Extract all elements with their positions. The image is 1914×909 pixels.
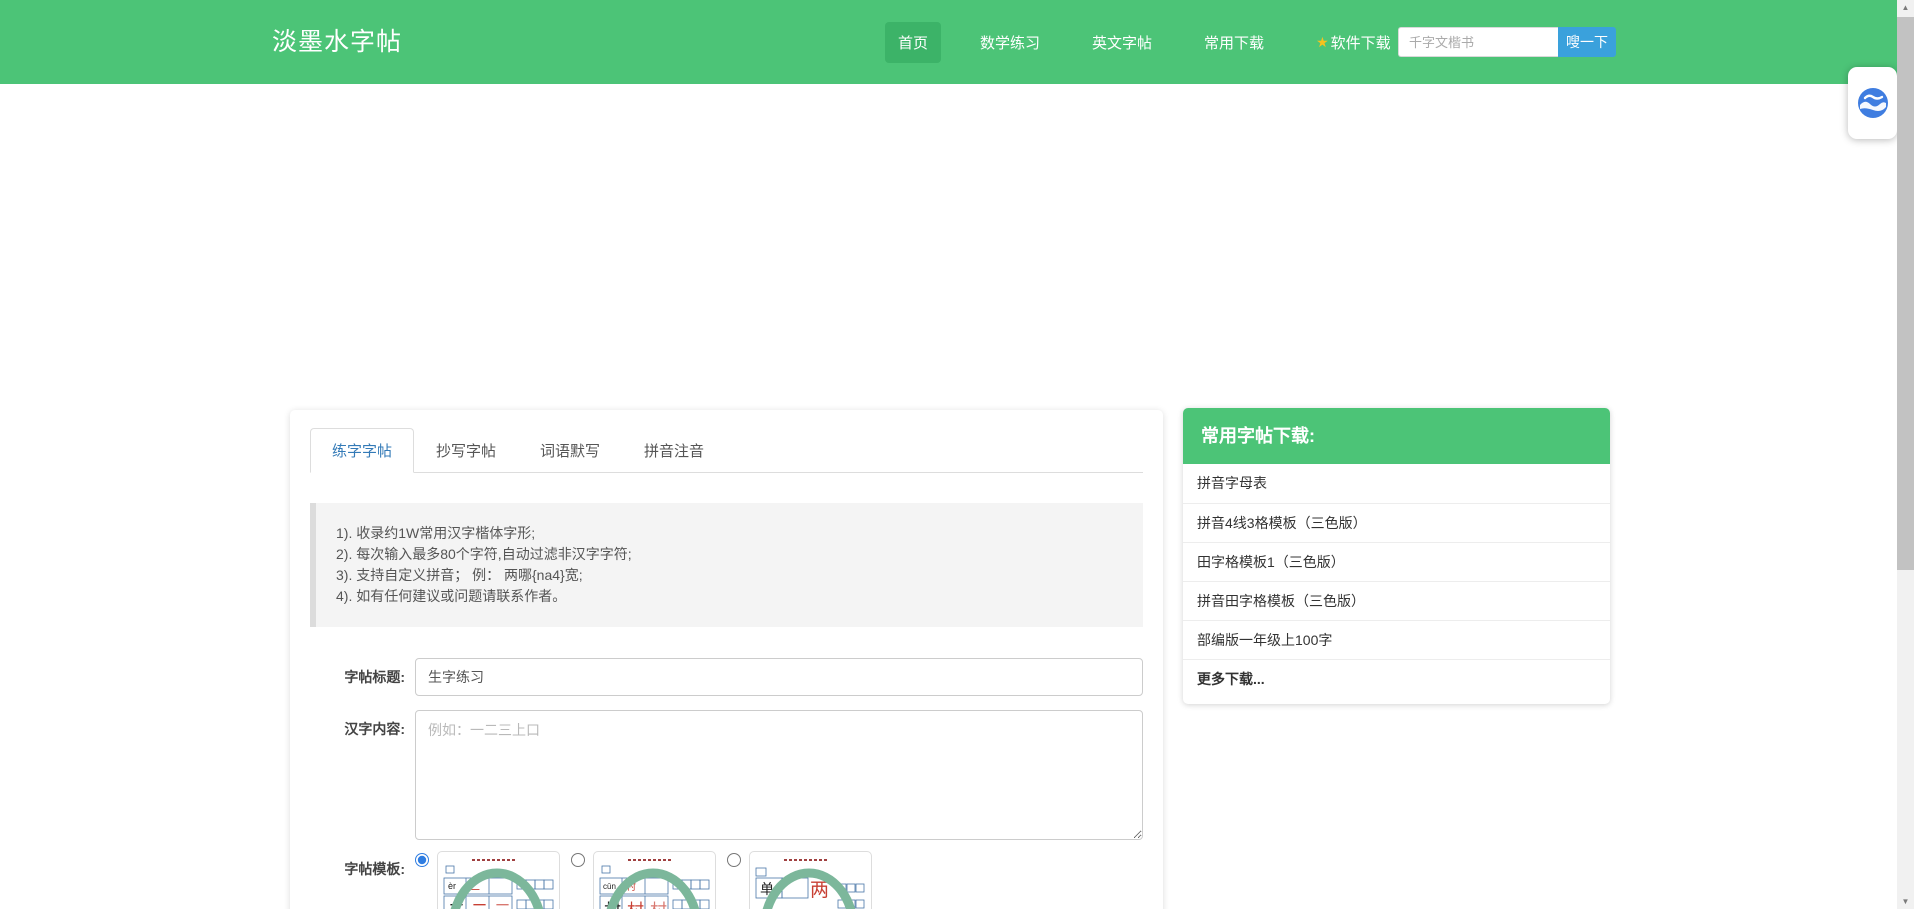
nav-item-math-practice[interactable]: 数学练习 (967, 22, 1053, 63)
downloads-header: 常用字帖下载: (1183, 408, 1610, 464)
svg-text:村: 村 (627, 901, 644, 909)
svg-text:两: 两 (810, 880, 829, 901)
search-input[interactable] (1398, 27, 1558, 57)
tab-word-dictation[interactable]: 词语默写 (518, 428, 622, 473)
template-radio-1[interactable] (415, 853, 429, 867)
copybook-title-row: 字帖标题: (310, 658, 1143, 696)
download-link-grade1-100chars[interactable]: 部编版一年级上100字 (1183, 620, 1610, 659)
hanzi-content-row: 汉字内容: (310, 710, 1143, 840)
search-button[interactable]: 嗖一下 (1558, 27, 1616, 57)
water-logo-icon (1856, 86, 1890, 120)
note-line: 4). 如有任何建议或问题请联系作者。 (336, 586, 1123, 607)
nav-item-english-copybook[interactable]: 英文字帖 (1079, 22, 1165, 63)
floating-extension-widget[interactable] (1848, 67, 1897, 139)
scroll-up-arrow-icon[interactable]: ▲ (1897, 0, 1914, 15)
template-options: èr 二 二 二 二 (415, 851, 883, 909)
nav-item-home[interactable]: 首页 (885, 22, 941, 63)
copybook-title-label: 字帖标题: (310, 658, 405, 696)
top-navbar: 淡墨水字帖 首页 数学练习 英文字帖 常用下载 ★软件下载 关于我 嗖一下 (0, 0, 1914, 84)
nav-item-label: 数学练习 (980, 32, 1040, 53)
template-thumbnail-1[interactable]: èr 二 二 二 二 (437, 851, 560, 909)
scrollbar-thumb[interactable] (1897, 17, 1914, 570)
nav-item-software-download[interactable]: ★软件下载 (1303, 22, 1404, 63)
common-downloads-card: 常用字帖下载: 拼音字母表 拼音4线3格模板（三色版） 田字格模板1（三色版） … (1183, 408, 1610, 704)
page: 淡墨水字帖 首页 数学练习 英文字帖 常用下载 ★软件下载 关于我 嗖一下 练字… (0, 0, 1914, 909)
copybook-preview-image: èr 二 二 二 二 (442, 856, 555, 909)
template-radio-2[interactable] (571, 853, 585, 867)
more-downloads-link[interactable]: 更多下载... (1183, 659, 1610, 698)
usage-notes: 1). 收录约1W常用汉字楷体字形; 2). 每次输入最多80个字符,自动过滤非… (310, 503, 1143, 627)
navbar-search: 嗖一下 (1398, 27, 1616, 57)
star-icon: ★ (1316, 34, 1329, 51)
hanzi-content-textarea[interactable] (415, 710, 1143, 840)
copybook-generator-panel: 练字字帖 抄写字帖 词语默写 拼音注音 1). 收录约1W常用汉字楷体字形; 2… (290, 410, 1163, 909)
site-brand[interactable]: 淡墨水字帖 (272, 0, 402, 84)
nav-item-common-downloads[interactable]: 常用下载 (1191, 22, 1277, 63)
scroll-down-arrow-icon[interactable]: ▼ (1897, 894, 1914, 909)
download-link-pinyin-4line3grid[interactable]: 拼音4线3格模板（三色版） (1183, 503, 1610, 542)
download-link-pinyin-tianzige[interactable]: 拼音田字格模板（三色版） (1183, 581, 1610, 620)
tab-pinyin-annotation[interactable]: 拼音注音 (622, 428, 726, 473)
nav-item-label: 常用下载 (1204, 32, 1264, 53)
download-link-tianzige-template1[interactable]: 田字格模板1（三色版） (1183, 542, 1610, 581)
svg-text:二: 二 (471, 901, 488, 909)
svg-text:村: 村 (650, 901, 667, 909)
template-choice-row: 字帖模板: (310, 851, 1143, 909)
download-link-pinyin-alphabet[interactable]: 拼音字母表 (1183, 464, 1610, 503)
svg-text:èr: èr (448, 881, 456, 891)
template-label: 字帖模板: (310, 851, 405, 909)
page-scrollbar[interactable]: ▲ ▼ (1897, 0, 1914, 909)
note-line: 3). 支持自定义拼音； 例： 两哪{na4}宽; (336, 565, 1123, 586)
copybook-preview-image: cūn 村 村 村 村 (598, 856, 711, 909)
tab-bar: 练字字帖 抄写字帖 词语默写 拼音注音 (310, 428, 1143, 473)
copybook-title-input[interactable] (415, 658, 1143, 696)
tab-transcribe-copybook[interactable]: 抄写字帖 (414, 428, 518, 473)
template-radio-3[interactable] (727, 853, 741, 867)
template-thumbnail-3[interactable]: 单 两 丶 亠 冂 刃 刃 nǎ (749, 851, 872, 909)
svg-text:cūn: cūn (603, 882, 616, 891)
hanzi-content-label: 汉字内容: (310, 710, 405, 840)
note-line: 2). 每次输入最多80个字符,自动过滤非汉字字符; (336, 544, 1123, 565)
note-line: 1). 收录约1W常用汉字楷体字形; (336, 523, 1123, 544)
svg-text:二: 二 (494, 901, 511, 909)
nav-item-label: 英文字帖 (1092, 32, 1152, 53)
copybook-preview-image: 单 两 丶 亠 冂 刃 刃 nǎ (754, 856, 867, 909)
tab-practice-copybook[interactable]: 练字字帖 (310, 428, 414, 473)
template-thumbnail-2[interactable]: cūn 村 村 村 村 (593, 851, 716, 909)
nav-item-label: 首页 (898, 32, 928, 53)
nav-item-label: 软件下载 (1331, 32, 1391, 53)
